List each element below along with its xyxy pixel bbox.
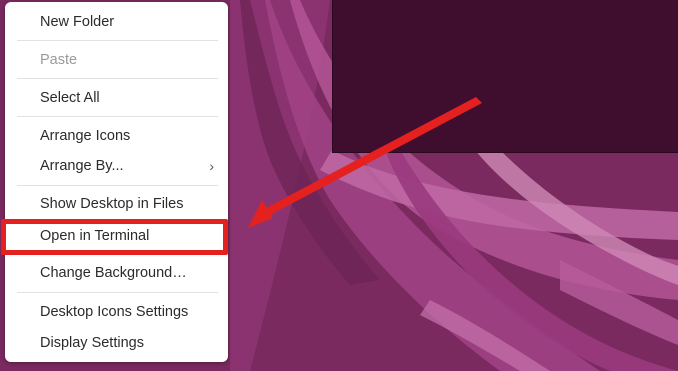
menu-item-change-background[interactable]: Change Background… (5, 260, 228, 286)
menu-separator (17, 40, 218, 41)
chevron-right-icon: › (209, 158, 214, 174)
menu-item-paste[interactable]: Paste (5, 47, 228, 73)
menu-item-new-folder[interactable]: New Folder (5, 9, 228, 35)
menu-item-arrange-icons[interactable]: Arrange Icons (5, 123, 228, 149)
menu-item-show-desktop-in-files[interactable]: Show Desktop in Files (5, 191, 228, 217)
menu-separator (17, 292, 218, 293)
menu-separator (17, 116, 218, 117)
menu-item-arrange-by-label: Arrange By... (40, 158, 124, 174)
menu-item-select-all[interactable]: Select All (5, 85, 228, 111)
annotation-highlight-box (1, 219, 228, 255)
desktop[interactable]: New Folder Paste Select All Arrange Icon… (0, 0, 678, 371)
desktop-context-menu: New Folder Paste Select All Arrange Icon… (5, 2, 228, 362)
menu-separator (17, 185, 218, 186)
terminal-window[interactable] (332, 0, 678, 153)
menu-item-arrange-by[interactable]: Arrange By... › (5, 153, 228, 179)
menu-item-desktop-icons-settings[interactable]: Desktop Icons Settings (5, 299, 228, 325)
menu-separator (17, 78, 218, 79)
menu-item-display-settings[interactable]: Display Settings (5, 330, 228, 356)
